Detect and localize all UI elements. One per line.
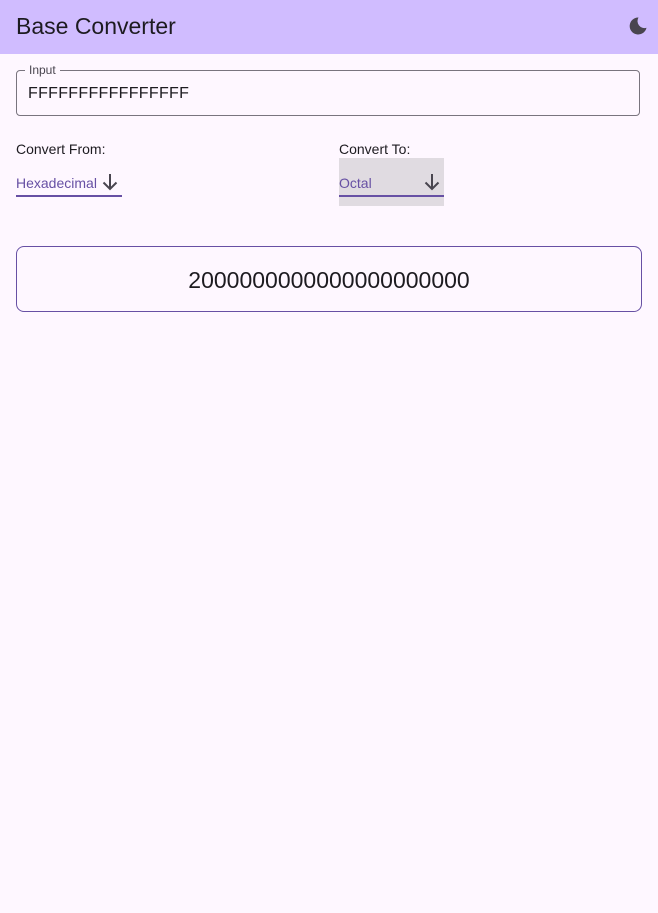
input-field[interactable]: Input FFFFFFFFFFFFFFFF [16,63,640,116]
convert-to-dropdown[interactable]: Octal [339,158,444,206]
convert-to-underline [339,195,444,197]
convert-to-selected: Octal [339,175,372,191]
convert-from-underline [16,195,122,197]
app-bar: Base Converter [0,0,658,54]
theme-toggle-button[interactable] [618,6,658,46]
convert-from-dropdown[interactable]: Hexadecimal [16,158,122,206]
convert-from-selected: Hexadecimal [16,175,97,191]
app-title: Base Converter [16,13,176,39]
arrow-down-icon [102,174,118,191]
convert-to-label: Convert To: [339,141,411,157]
convert-from-label: Convert From: [16,141,106,157]
result-value: 2000000000000000000000 [188,267,470,293]
input-value[interactable]: FFFFFFFFFFFFFFFF [28,84,189,104]
result-box: 2000000000000000000000 [16,246,642,312]
input-label: Input [25,63,60,77]
moon-icon [629,17,647,35]
arrow-down-icon [424,174,440,191]
